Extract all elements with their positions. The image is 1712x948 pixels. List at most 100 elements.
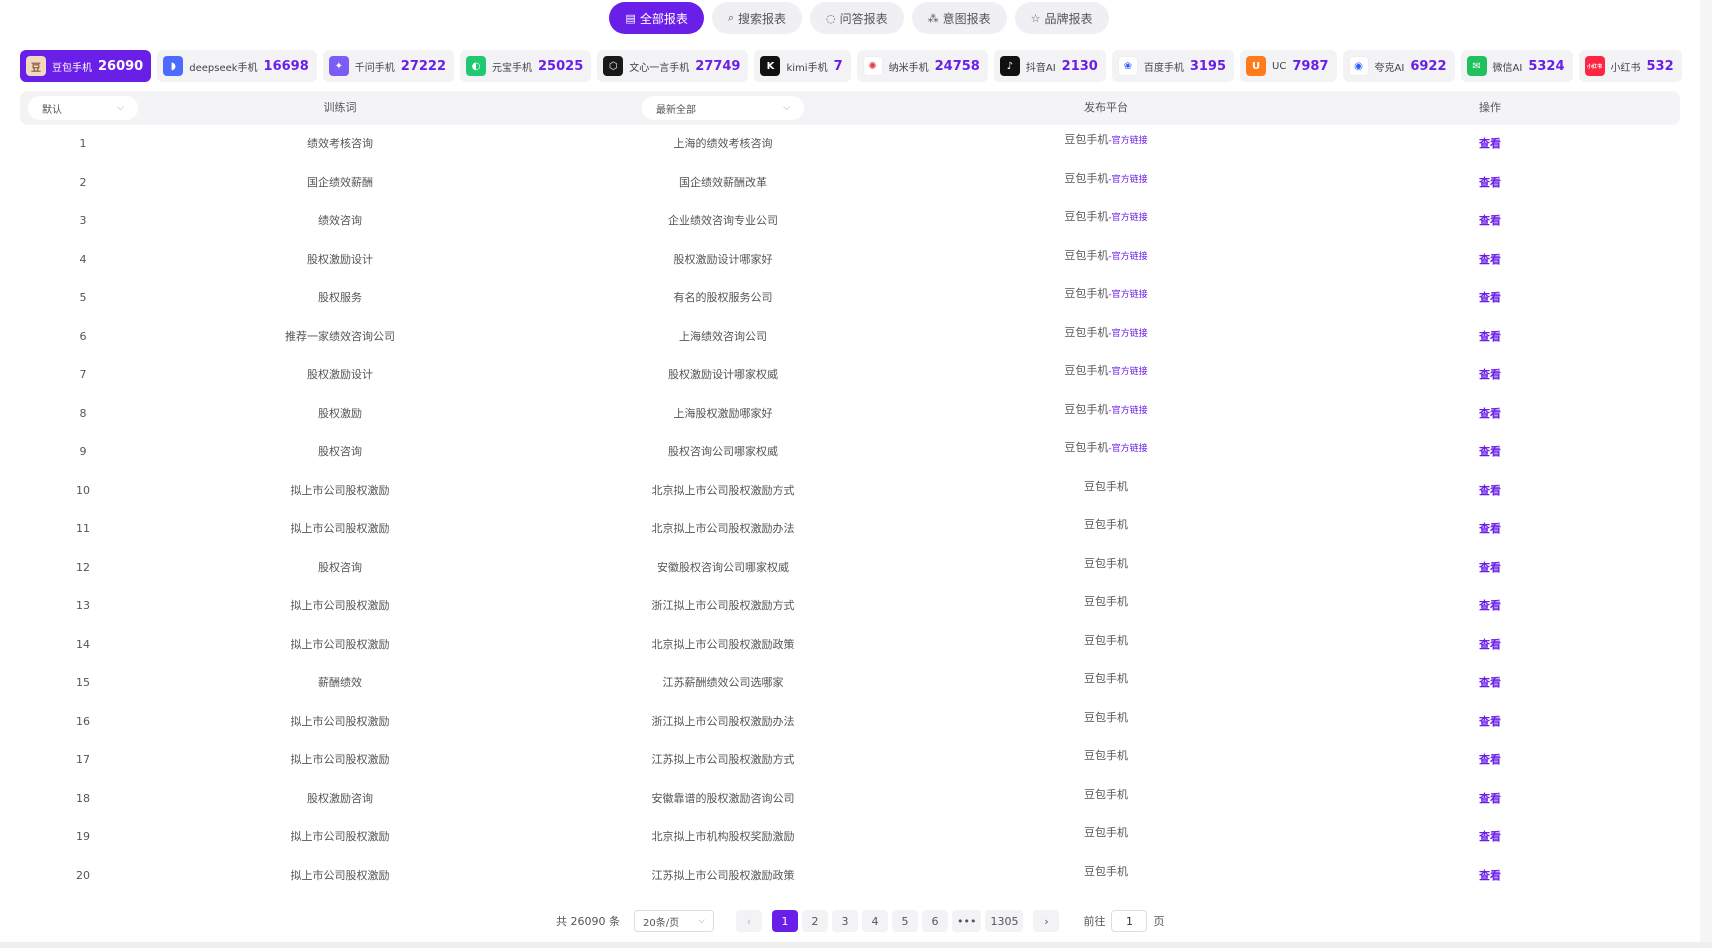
platform-value: 豆包手机 — [1064, 248, 1109, 262]
view-button[interactable]: 查看 — [1479, 395, 1501, 434]
row-platform: 豆包手机-官方链接 — [1064, 125, 1147, 164]
page-button[interactable]: 1 — [772, 910, 798, 932]
platform-count: 16698 — [263, 58, 309, 74]
baidu-icon: ❀ — [1117, 56, 1138, 76]
view-button[interactable]: 查看 — [1479, 318, 1501, 357]
view-button[interactable]: 查看 — [1479, 356, 1501, 395]
platform-chip-doubao[interactable]: 豆豆包手机 26090 — [20, 50, 152, 82]
platform-chip-douyin[interactable]: ♪ 抖音AI 2130 — [993, 50, 1106, 82]
view-button[interactable]: 查看 — [1479, 279, 1501, 318]
goto-page-input[interactable] — [1111, 910, 1148, 932]
next-page-button[interactable]: › — [1033, 910, 1060, 932]
page-ellipsis-button[interactable]: ••• — [952, 910, 982, 932]
platform-value: 豆包手机 — [1084, 479, 1128, 493]
view-button[interactable]: 查看 — [1479, 472, 1501, 511]
platform-chip-wechat[interactable]: ✉ 微信AI 5324 — [1460, 50, 1573, 82]
tab-intent[interactable]: ⁂ 意图报表 — [911, 2, 1007, 34]
tab-star[interactable]: ☆ 品牌报表 — [1014, 2, 1109, 34]
page-button[interactable]: 4 — [862, 910, 888, 932]
platform-chip-xiaohongshu[interactable]: 小红书 小红书 532 — [1578, 50, 1682, 82]
vertical-scrollbar[interactable] — [1700, 0, 1712, 948]
chevron-down-icon: ⌵ — [117, 103, 124, 113]
platform-chip-baidu[interactable]: ❀ 百度手机 3195 — [1111, 50, 1235, 82]
official-link[interactable]: -官方链接 — [1108, 406, 1147, 416]
view-button[interactable]: 查看 — [1479, 433, 1501, 472]
platform-count: 2130 — [1061, 58, 1098, 74]
view-button[interactable]: 查看 — [1479, 202, 1501, 241]
platform-chip-qianwen[interactable]: ✦ 千问手机 27222 — [322, 50, 455, 82]
row-platform: 豆包手机 — [1084, 626, 1128, 665]
view-button[interactable]: 查看 — [1479, 125, 1501, 164]
row-keyword: 推荐一家绩效咨询公司 — [285, 329, 395, 343]
official-link[interactable]: -官方链接 — [1108, 444, 1147, 454]
platform-name: 千问手机 — [354, 62, 395, 74]
row-question: 江苏拟上市公司股权激励政策 — [651, 868, 795, 882]
row-keyword: 股权激励设计 — [307, 252, 373, 266]
platform-value: 豆包手机 — [1064, 325, 1109, 339]
tab-report[interactable]: ▤ 全部报表 — [609, 2, 704, 34]
platform-chip-yuanbao[interactable]: ◐ 元宝手机 25025 — [460, 50, 592, 82]
page-button[interactable]: 2 — [802, 910, 828, 932]
platform-filter-bar: 豆豆包手机 26090 ◗ deepseek手机 16698 ✦ 千问手机 27222 ◐ 元宝手… — [20, 50, 1682, 82]
table-row: 12 股权咨询 安徽股权咨询公司哪家权威 豆包手机 查看 — [20, 549, 1680, 588]
row-index: 16 — [76, 714, 90, 728]
uc-icon: U — [1246, 56, 1267, 76]
platform-chip-deepseek[interactable]: ◗ deepseek手机 16698 — [157, 50, 317, 82]
view-button[interactable]: 查看 — [1479, 741, 1501, 780]
page-button[interactable]: 5 — [892, 910, 918, 932]
platform-chip-nami[interactable]: ✺ 纳米手机 24758 — [856, 50, 988, 82]
table-row: 3 绩效咨询 企业绩效咨询专业公司 豆包手机-官方链接 查看 — [20, 202, 1680, 241]
horizontal-scrollbar[interactable] — [0, 942, 1712, 948]
official-link[interactable]: -官方链接 — [1108, 213, 1147, 223]
official-link[interactable]: -官方链接 — [1108, 136, 1147, 146]
table-row: 9 股权咨询 股权咨询公司哪家权威 豆包手机-官方链接 查看 — [20, 433, 1680, 472]
page-button[interactable]: 1305 — [985, 910, 1024, 932]
official-link[interactable]: -官方链接 — [1108, 252, 1147, 262]
row-platform: 豆包手机 — [1084, 587, 1128, 626]
row-index: 12 — [76, 560, 90, 574]
filter-select[interactable]: 最新全部 ⌵ — [642, 96, 804, 120]
page-button[interactable]: 3 — [832, 910, 858, 932]
official-link[interactable]: -官方链接 — [1108, 329, 1147, 339]
tab-chat[interactable]: ◌ 问答报表 — [810, 2, 904, 34]
page-size-select[interactable]: 20条/页 ⌵ — [634, 910, 714, 932]
official-link[interactable]: -官方链接 — [1108, 175, 1147, 185]
platform-chip-quark[interactable]: ◉ 夸克AI 6922 — [1342, 50, 1455, 82]
search-icon: ⌕ — [727, 11, 735, 24]
row-keyword: 股权激励 — [318, 406, 362, 420]
platform-value: 豆包手机 — [1084, 826, 1128, 839]
tab-search[interactable]: ⌕ 搜索报表 — [711, 2, 803, 34]
tab-label: 搜索报表 — [738, 11, 787, 26]
row-question: 上海的绩效考核咨询 — [673, 137, 773, 150]
view-button[interactable]: 查看 — [1479, 164, 1501, 203]
platform-value: 豆包手机 — [1064, 364, 1109, 377]
official-link[interactable]: -官方链接 — [1108, 290, 1147, 300]
platform-value: 豆包手机 — [1084, 518, 1128, 531]
view-button[interactable]: 查看 — [1479, 587, 1501, 626]
view-button[interactable]: 查看 — [1479, 549, 1501, 588]
platform-chip-kimi[interactable]: Kkimi手机 7 — [754, 50, 851, 82]
platform-chip-uc[interactable]: U UC 7987 — [1240, 50, 1337, 82]
sort-select[interactable]: 默认 ⌵ — [28, 96, 138, 120]
platform-value: 豆包手机 — [1084, 749, 1128, 762]
view-button[interactable]: 查看 — [1479, 703, 1501, 742]
official-link[interactable]: -官方链接 — [1108, 367, 1147, 377]
row-index: 10 — [76, 483, 90, 497]
platform-count: 3195 — [1189, 58, 1227, 74]
view-button[interactable]: 查看 — [1479, 818, 1501, 857]
view-button[interactable]: 查看 — [1479, 241, 1501, 280]
table-body: 1 绩效考核咨询 上海的绩效考核咨询 豆包手机-官方链接 查看 2 国企绩效薪酬 国企绩效薪酬… — [20, 125, 1680, 895]
prev-page-button[interactable]: ‹ — [736, 910, 762, 932]
platform-name: 夸克AI — [1374, 62, 1405, 74]
row-keyword: 股权激励咨询 — [307, 791, 373, 805]
view-button[interactable]: 查看 — [1479, 780, 1501, 819]
chevron-down-icon: ⌵ — [698, 916, 705, 926]
row-keyword: 拟上市公司股权激励 — [290, 599, 390, 612]
view-button[interactable]: 查看 — [1479, 626, 1501, 665]
view-button[interactable]: 查看 — [1479, 664, 1501, 703]
view-button[interactable]: 查看 — [1479, 510, 1501, 549]
page-button[interactable]: 6 — [922, 910, 948, 932]
view-button[interactable]: 查看 — [1479, 857, 1501, 896]
platform-chip-wenxin[interactable]: ⬡ 文心一言手机 27749 — [597, 50, 749, 82]
row-platform: 豆包手机-官方链接 — [1064, 395, 1147, 434]
